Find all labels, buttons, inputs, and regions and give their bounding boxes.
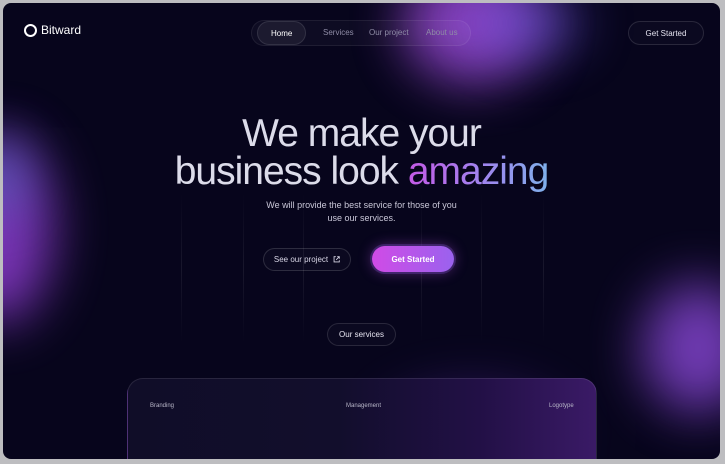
nav-our-project[interactable]: Our project <box>369 21 409 45</box>
hero-headline-accent: amazing <box>407 150 549 193</box>
brand-name: Bitward <box>41 23 82 37</box>
service-logotype[interactable]: Logotype <box>549 403 574 409</box>
hero-headline-line2: business look amazing <box>3 152 720 191</box>
our-services-button[interactable]: Our services <box>327 323 396 346</box>
external-link-icon <box>333 256 340 263</box>
get-started-button[interactable]: Get Started <box>372 246 454 272</box>
glow-right <box>643 283 720 413</box>
service-branding[interactable]: Branding <box>150 403 174 409</box>
hero-headline-line1: We make your <box>242 112 482 155</box>
nav-home[interactable]: Home <box>257 21 307 45</box>
service-management[interactable]: Management <box>346 403 381 409</box>
main-nav: Home Services Our project About us <box>251 20 471 46</box>
hero-subtitle-line2: use our services. <box>327 213 396 223</box>
hero-subtitle-line1: We will provide the best service for tho… <box>266 200 457 210</box>
brand-logo[interactable]: Bitward <box>24 23 81 37</box>
nav-about-us[interactable]: About us <box>426 21 458 45</box>
see-our-project-button[interactable]: See our project <box>263 248 351 271</box>
hero-headline-plain: business look <box>174 150 399 193</box>
logo-ring-icon <box>24 23 37 37</box>
app-frame: Bitward Home Services Our project About … <box>3 3 720 459</box>
services-card: Branding Management Logotype <box>127 378 597 459</box>
nav-services[interactable]: Services <box>323 21 354 45</box>
see-our-project-label: See our project <box>273 255 329 264</box>
header-get-started-button[interactable]: Get Started <box>628 21 704 45</box>
